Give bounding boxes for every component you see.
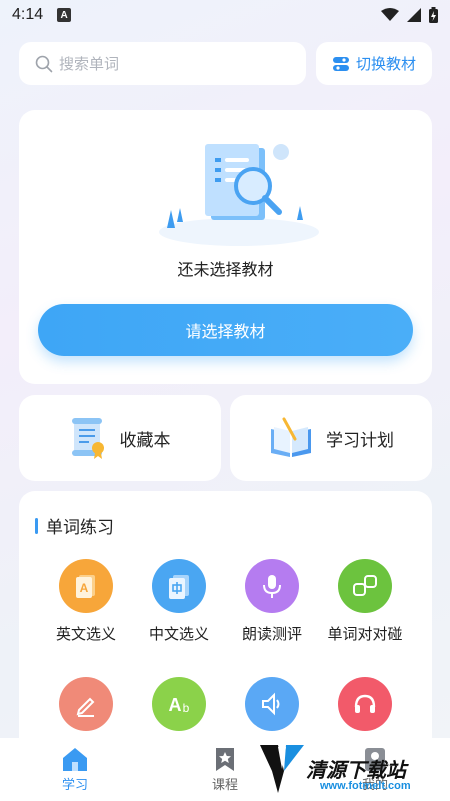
status-time: 4:14	[12, 6, 44, 23]
watermark: 清源下载站 www.fotmelt.com	[258, 740, 438, 796]
practice-label: 朗读测评	[241, 625, 302, 643]
signal-icon	[407, 8, 421, 22]
watermark-text: 清源下载站	[306, 757, 406, 782]
practice-spelling[interactable]	[41, 677, 131, 731]
section-title-label: 单词练习	[46, 518, 114, 538]
practice-word-match[interactable]: 单词对对碰	[320, 559, 410, 644]
practice-label: 中文选义	[148, 625, 209, 643]
headphones-icon	[338, 677, 392, 731]
chinese-card-icon	[152, 559, 206, 613]
section-accent-bar	[35, 517, 38, 534]
nav-tab-study[interactable]: 学习	[0, 738, 150, 801]
study-plan-card[interactable]: 学习计划	[230, 395, 432, 481]
home-icon	[63, 748, 87, 771]
study-plan-label: 学习计划	[326, 430, 394, 451]
watermark-url: www.fotmelt.com	[320, 780, 411, 792]
scroll-certificate-icon	[71, 418, 104, 459]
favorites-card[interactable]: 收藏本	[19, 395, 221, 481]
practice-dictation[interactable]	[320, 677, 410, 731]
nav-label: 课程	[211, 778, 238, 793]
nav-label: 学习	[61, 778, 88, 793]
section-title: 单词练习	[35, 513, 114, 538]
matching-blocks-icon	[338, 559, 392, 613]
notification-badge: A	[57, 8, 72, 22]
select-textbook-button[interactable]: 请选择教材	[38, 304, 413, 356]
svg-text:A: A	[169, 695, 182, 715]
wifi-icon	[381, 8, 399, 21]
speaker-icon	[245, 677, 299, 731]
practice-listening[interactable]	[227, 677, 317, 731]
watermark-logo-icon	[260, 745, 304, 793]
open-book-icon	[271, 417, 311, 457]
switch-textbook-button[interactable]: 切换教材	[316, 42, 432, 85]
status-bar: 4:14 A	[0, 0, 450, 30]
textbook-card: 还未选择教材 请选择教材	[19, 110, 432, 384]
practice-label: 英文选义	[55, 625, 116, 643]
pencil-icon	[59, 677, 113, 731]
practice-label: 单词对对碰	[327, 625, 403, 643]
english-card-icon: A	[59, 559, 113, 613]
practice-read-aloud[interactable]: 朗读测评	[227, 559, 317, 644]
search-placeholder: 搜索单词	[59, 55, 120, 73]
svg-text:A: A	[80, 581, 89, 595]
empty-textbook-illustration	[159, 144, 319, 246]
switch-icon	[332, 56, 349, 71]
favorites-label: 收藏本	[119, 430, 171, 451]
microphone-icon	[245, 559, 299, 613]
practice-english-meaning[interactable]: A 英文选义	[41, 559, 131, 644]
status-icons	[381, 7, 438, 23]
svg-text:b: b	[183, 701, 190, 715]
spelling-ab-icon: Ab	[152, 677, 206, 731]
switch-textbook-label: 切换教材	[355, 55, 416, 73]
search-input[interactable]: 搜索单词	[19, 42, 306, 85]
practice-chinese-meaning[interactable]: 中文选义	[134, 559, 224, 644]
practice-letters[interactable]: Ab	[134, 677, 224, 731]
battery-icon	[429, 7, 438, 23]
search-icon	[35, 55, 53, 72]
bookmark-star-icon	[216, 748, 234, 771]
empty-textbook-text: 还未选择教材	[177, 260, 274, 279]
